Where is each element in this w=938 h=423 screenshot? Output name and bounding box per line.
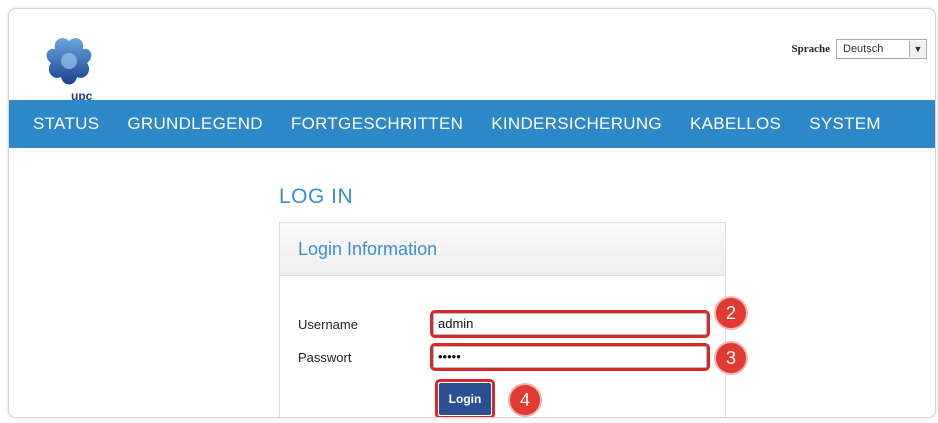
password-label: Passwort [298, 349, 352, 365]
language-select[interactable]: Deutsch ▼ [836, 39, 927, 59]
panel-header: Login Information [280, 223, 725, 276]
login-button[interactable]: Login [435, 379, 495, 417]
nav-item-kabellos[interactable]: KABELLOS [676, 114, 795, 134]
login-panel: Login Information Username admin 2 Passw… [279, 222, 746, 417]
step-badge-3: 3 [716, 343, 746, 373]
nav-item-fortgeschritten[interactable]: FORTGESCHRITTEN [277, 114, 477, 134]
browser-frame: upc Sprache Deutsch ▼ STATUS GRUNDLEGEND… [8, 8, 936, 418]
step-badge-4: 4 [510, 385, 540, 415]
nav-item-kindersicherung[interactable]: KINDERSICHERUNG [477, 114, 676, 134]
language-selector: Sprache Deutsch ▼ [791, 39, 927, 59]
password-input[interactable]: ••••• [430, 343, 710, 371]
language-label: Sprache [791, 43, 831, 55]
main-nav: STATUS GRUNDLEGEND FORTGESCHRITTEN KINDE… [9, 100, 935, 148]
password-highlight [430, 343, 710, 371]
username-highlight [430, 310, 710, 338]
nav-item-grundlegend[interactable]: GRUNDLEGEND [113, 114, 277, 134]
username-label: Username [298, 316, 358, 332]
step-badge-2: 2 [716, 298, 746, 328]
username-row: Username admin [298, 310, 710, 338]
nav-item-system[interactable]: SYSTEM [795, 114, 895, 134]
password-row: Passwort ••••• [298, 343, 710, 371]
page-title: LOG IN [279, 185, 354, 208]
panel-title: Login Information [298, 238, 438, 259]
language-value: Deutsch [843, 43, 884, 55]
chevron-down-icon[interactable]: ▼ [909, 41, 926, 57]
login-highlight [435, 379, 495, 417]
username-input[interactable]: admin [430, 310, 710, 338]
nav-item-status[interactable]: STATUS [9, 114, 113, 134]
